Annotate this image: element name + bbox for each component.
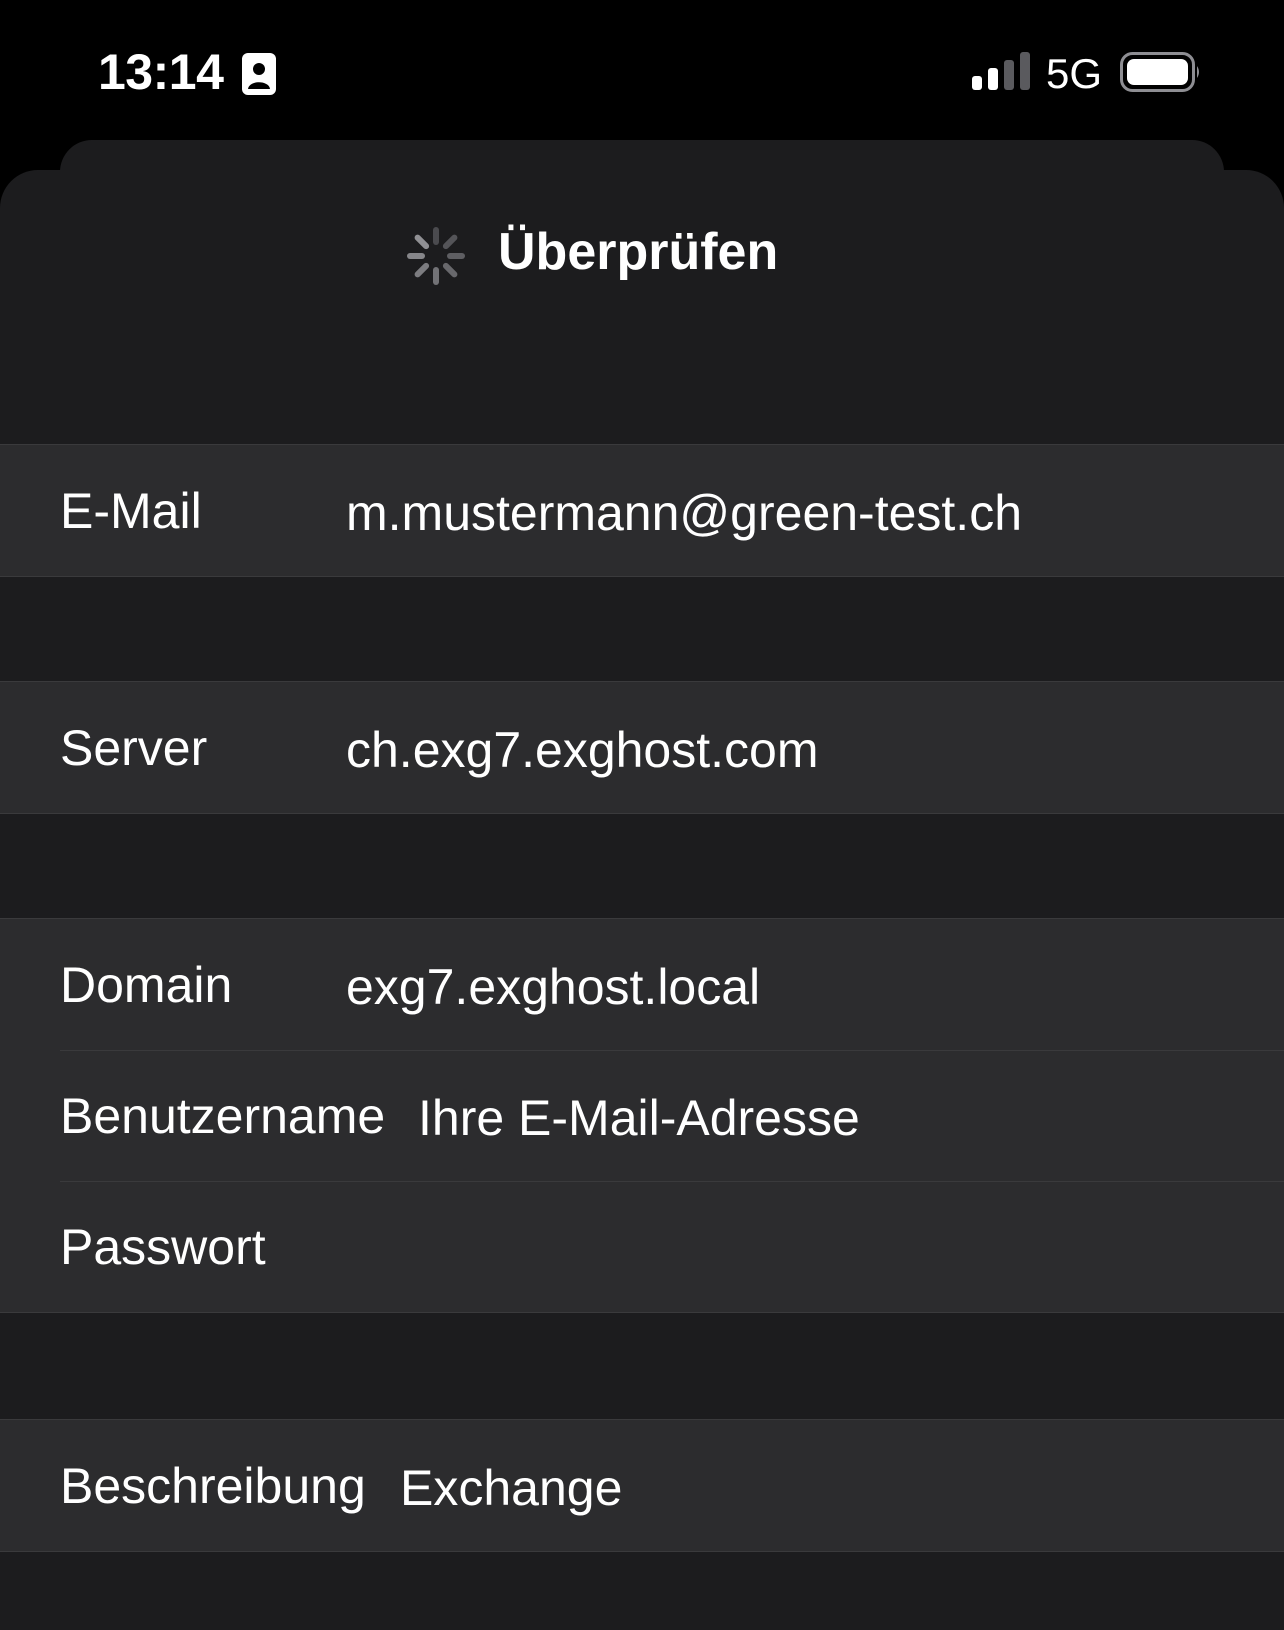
server-group: Server ch.exg7.exghost.com (0, 681, 1284, 814)
page-title: Überprüfen (498, 223, 779, 281)
email-group: E-Mail m.mustermann@green-test.ch (0, 444, 1284, 577)
server-field[interactable]: ch.exg7.exghost.com (346, 720, 819, 780)
server-row[interactable]: Server ch.exg7.exghost.com (0, 682, 1284, 813)
status-bar: 13:14 5G (0, 0, 1284, 140)
username-row[interactable]: Benutzername Ihre E-Mail-Adresse (0, 1050, 1284, 1181)
description-row[interactable]: Beschreibung Exchange (0, 1420, 1284, 1551)
battery-icon (1120, 52, 1199, 92)
email-field[interactable]: m.mustermann@green-test.ch (346, 483, 1022, 543)
signal-icon (972, 52, 1030, 90)
credentials-group: Domain exg7.exghost.local Benutzername I… (0, 918, 1284, 1313)
description-group: Beschreibung Exchange (0, 1419, 1284, 1552)
account-sheet: Überprüfen E-Mail m.mustermann@green-tes… (0, 170, 1284, 1630)
domain-label: Domain (60, 957, 233, 1013)
password-row[interactable]: Passwort (0, 1181, 1284, 1312)
email-row[interactable]: E-Mail m.mustermann@green-test.ch (0, 445, 1284, 576)
password-label: Passwort (60, 1219, 266, 1275)
navigation-bar: Überprüfen (0, 170, 1284, 340)
status-time: 13:14 (98, 44, 224, 100)
network-type-label: 5G (1046, 50, 1103, 97)
description-field[interactable]: Exchange (400, 1458, 622, 1518)
username-field[interactable]: Ihre E-Mail-Adresse (418, 1088, 860, 1148)
email-label: E-Mail (60, 483, 202, 539)
domain-field[interactable]: exg7.exghost.local (346, 957, 760, 1017)
username-label: Benutzername (60, 1088, 386, 1144)
spinner-icon (407, 227, 465, 285)
contact-card-icon (242, 53, 276, 95)
domain-row[interactable]: Domain exg7.exghost.local (0, 919, 1284, 1050)
server-label: Server (60, 720, 208, 776)
description-label: Beschreibung (60, 1458, 366, 1514)
